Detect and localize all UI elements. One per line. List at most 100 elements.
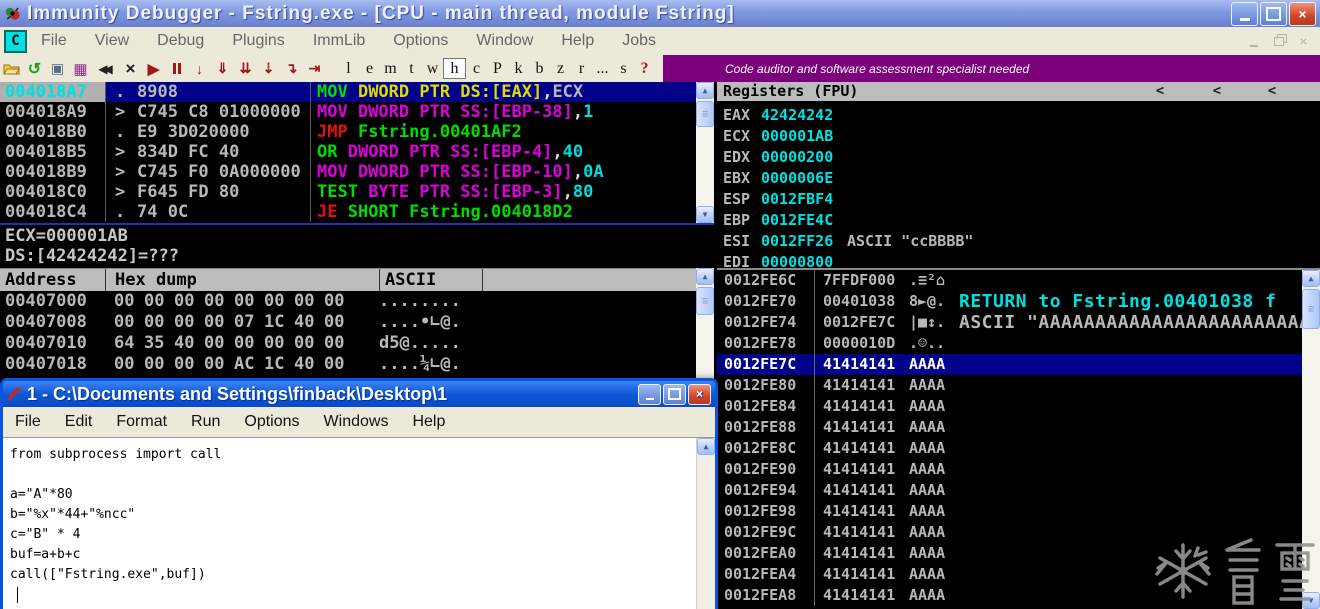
mdi-restore-button[interactable] [1266, 31, 1291, 51]
scroll-up-icon[interactable]: ▲ [697, 438, 715, 455]
toolbar-letter-P[interactable]: P [487, 58, 508, 79]
register-row-eax[interactable]: EAX 42424242 [717, 105, 1320, 126]
python-minimize-button[interactable] [638, 383, 661, 405]
cpu-window-icon[interactable]: C [4, 29, 27, 53]
disasm-row[interactable]: 004018B5 >834D FC 40 OR DWORD PTR SS:[EBP-… [0, 142, 714, 162]
register-row-ecx[interactable]: ECX 000001AB [717, 126, 1320, 147]
scroll-thumb[interactable]: ≡ [696, 101, 714, 127]
menu-jobs[interactable]: Jobs [608, 32, 670, 49]
python-editor-area[interactable]: from subprocess import call a="A"*80 b="%x… [3, 437, 715, 609]
menu-window[interactable]: Window [462, 32, 547, 49]
python-close-button[interactable]: × [688, 383, 711, 405]
animate-over-icon[interactable]: ⇣ [258, 58, 279, 79]
python-menu-windows[interactable]: Windows [312, 413, 401, 431]
step-into-icon[interactable]: ↓ [189, 58, 210, 79]
menu-debug[interactable]: Debug [143, 32, 218, 49]
stack-row[interactable]: 0012FE78 0000010D .☺.. [717, 333, 1320, 354]
collapse-chevron-icon[interactable]: < [1152, 82, 1168, 101]
close-button[interactable]: × [1289, 1, 1316, 26]
stack-row[interactable]: 0012FE6C 7FFDF000 .≡²⌂ [717, 270, 1320, 291]
disasm-row[interactable]: 004018A7. 8908 MOV DWORD PTR DS:[EAX],ECX [0, 82, 714, 102]
toolbar-letter-e[interactable]: e [359, 58, 380, 79]
register-row-ebx[interactable]: EBX 0000006E [717, 168, 1320, 189]
mdi-minimize-button[interactable] [1241, 31, 1266, 51]
disassembly-scrollbar[interactable]: ▲ ≡ ▼ [696, 82, 714, 223]
toolbar-letter-l[interactable]: l [338, 58, 359, 79]
toolbar-letter-s[interactable]: s [613, 58, 634, 79]
windows-icon[interactable]: ▣ [47, 58, 68, 79]
toolbar-letter-h[interactable]: h [443, 58, 466, 79]
dump-row[interactable]: 00407010 64 35 40 00 00 00 00 00 d5@..... [0, 333, 714, 354]
collapse-chevron-icon[interactable]: < [1264, 82, 1280, 101]
toolbar-letter-k[interactable]: k [508, 58, 529, 79]
log-window-icon[interactable]: ▦ [70, 58, 91, 79]
toolbar-letter-ellipsis[interactable]: ... [592, 58, 613, 79]
menu-help[interactable]: Help [547, 32, 608, 49]
disasm-row[interactable]: 004018B0. E9 3D020000 JMP Fstring.00401AF2 [0, 122, 714, 142]
execute-till-return-icon[interactable]: ↴ [281, 58, 302, 79]
stack-row[interactable]: 0012FE94 41414141 AAAA [717, 480, 1320, 501]
mdi-close-button[interactable]: × [1291, 31, 1316, 51]
toolbar-letter-b[interactable]: b [529, 58, 550, 79]
menu-view[interactable]: View [81, 32, 143, 49]
step-over-icon[interactable]: ⇓ [212, 58, 233, 79]
disasm-row[interactable]: 004018B9 > C745 F0 0A000000 MOV DWORD PTR S… [0, 162, 714, 182]
python-scrollbar[interactable]: ▲ [696, 438, 715, 609]
animate-into-icon[interactable]: ⇊ [235, 58, 256, 79]
menu-immlib[interactable]: ImmLib [299, 32, 379, 49]
toolbar-letter-c[interactable]: c [466, 58, 487, 79]
restart-icon[interactable]: ↺ [24, 58, 45, 79]
python-maximize-button[interactable] [663, 383, 686, 405]
stack-row[interactable]: 0012FE8C 41414141 AAAA [717, 438, 1320, 459]
dump-row[interactable]: 00407018 00 00 00 00 AC 1C 40 00 ....¼∟@. [0, 354, 714, 375]
python-idle-window[interactable]: 1 - C:\Documents and Settings\finback\De… [0, 378, 718, 609]
python-menu-options[interactable]: Options [232, 413, 311, 431]
dump-row[interactable]: 00407008 00 00 00 00 07 1C 40 00 ....•∟@. [0, 312, 714, 333]
python-menu-file[interactable]: File [3, 413, 53, 431]
python-menu-run[interactable]: Run [179, 413, 232, 431]
stack-row[interactable]: 0012FE90 41414141 AAAA [717, 459, 1320, 480]
stack-row[interactable]: 0012FE98 41414141 AAAA [717, 501, 1320, 522]
toolbar-letter-w[interactable]: w [422, 58, 443, 79]
stack-row[interactable]: 0012FE84 41414141 AAAA [717, 396, 1320, 417]
scroll-up-icon[interactable]: ▲ [696, 82, 714, 99]
dump-header-address[interactable]: Address [0, 269, 106, 291]
scroll-thumb[interactable]: ≡ [696, 287, 714, 315]
dump-row[interactable]: 00407000 00 00 00 00 00 00 00 00........ [0, 291, 714, 312]
python-menu-help[interactable]: Help [400, 413, 457, 431]
scroll-down-icon[interactable]: ▼ [696, 206, 714, 223]
close-program-icon[interactable]: × [120, 58, 141, 79]
disasm-row[interactable]: 004018A9 > C745 C8 01000000 MOV DWORD PTR S… [0, 102, 714, 122]
disasm-row[interactable]: 004018C0 > F645 FD 80 TEST BYTE PTR SS:[EBP… [0, 182, 714, 202]
register-row-esp[interactable]: ESP 0012FBF4 [717, 189, 1320, 210]
collapse-chevron-icon[interactable]: < [1209, 82, 1225, 101]
python-menu-edit[interactable]: Edit [53, 413, 105, 431]
register-row-esi[interactable]: ESI 0012FF26 ASCII "ccBBBB" [717, 231, 1320, 252]
stack-row[interactable]: 0012FE88 41414141 AAAA [717, 417, 1320, 438]
disasm-row[interactable]: 004018C4. 74 0C JE SHORT Fstring.004018D2 [0, 202, 714, 222]
minimize-button[interactable] [1231, 1, 1258, 26]
info-pane[interactable]: ECX=000001AB DS:[42424242]=??? [0, 225, 714, 269]
toolbar-letter-m[interactable]: m [380, 58, 401, 79]
disassembly-pane[interactable]: 004018A7. 8908 MOV DWORD PTR DS:[EAX],ECX 0… [0, 82, 714, 223]
menu-file[interactable]: File [27, 32, 81, 49]
scroll-up-icon[interactable]: ▲ [1302, 270, 1320, 287]
stack-row[interactable]: 0012FE80 41414141 AAAA [717, 375, 1320, 396]
run-icon[interactable]: ▶ [143, 58, 164, 79]
registers-pane[interactable]: Registers (FPU) < < < EAX 42424242 ECX 0000… [717, 82, 1320, 270]
python-menu-format[interactable]: Format [104, 413, 179, 431]
scroll-up-icon[interactable]: ▲ [696, 268, 714, 285]
dump-header-ascii[interactable]: ASCII [380, 269, 483, 291]
stack-row[interactable]: 0012FE7C 41414141 AAAA [717, 354, 1320, 375]
menu-options[interactable]: Options [379, 32, 462, 49]
go-to-icon[interactable]: ⇥ [304, 58, 325, 79]
toolbar-letter-help[interactable]: ? [634, 58, 655, 79]
toolbar-letter-z[interactable]: z [550, 58, 571, 79]
register-row-ebp[interactable]: EBP 0012FE4C [717, 210, 1320, 231]
stack-row[interactable]: 0012FE70 00401038 8►@. RETURN to Fstring.00… [717, 291, 1320, 312]
scroll-thumb[interactable]: ≡ [1302, 289, 1320, 329]
stack-row[interactable]: 0012FE74 0012FE7C |■↕. ASCII "AAAAAAAAAAAAA… [717, 312, 1320, 333]
toolbar-letter-t[interactable]: t [401, 58, 422, 79]
menu-plugins[interactable]: Plugins [218, 32, 298, 49]
register-row-edi[interactable]: EDI 00000800 [717, 252, 1320, 268]
